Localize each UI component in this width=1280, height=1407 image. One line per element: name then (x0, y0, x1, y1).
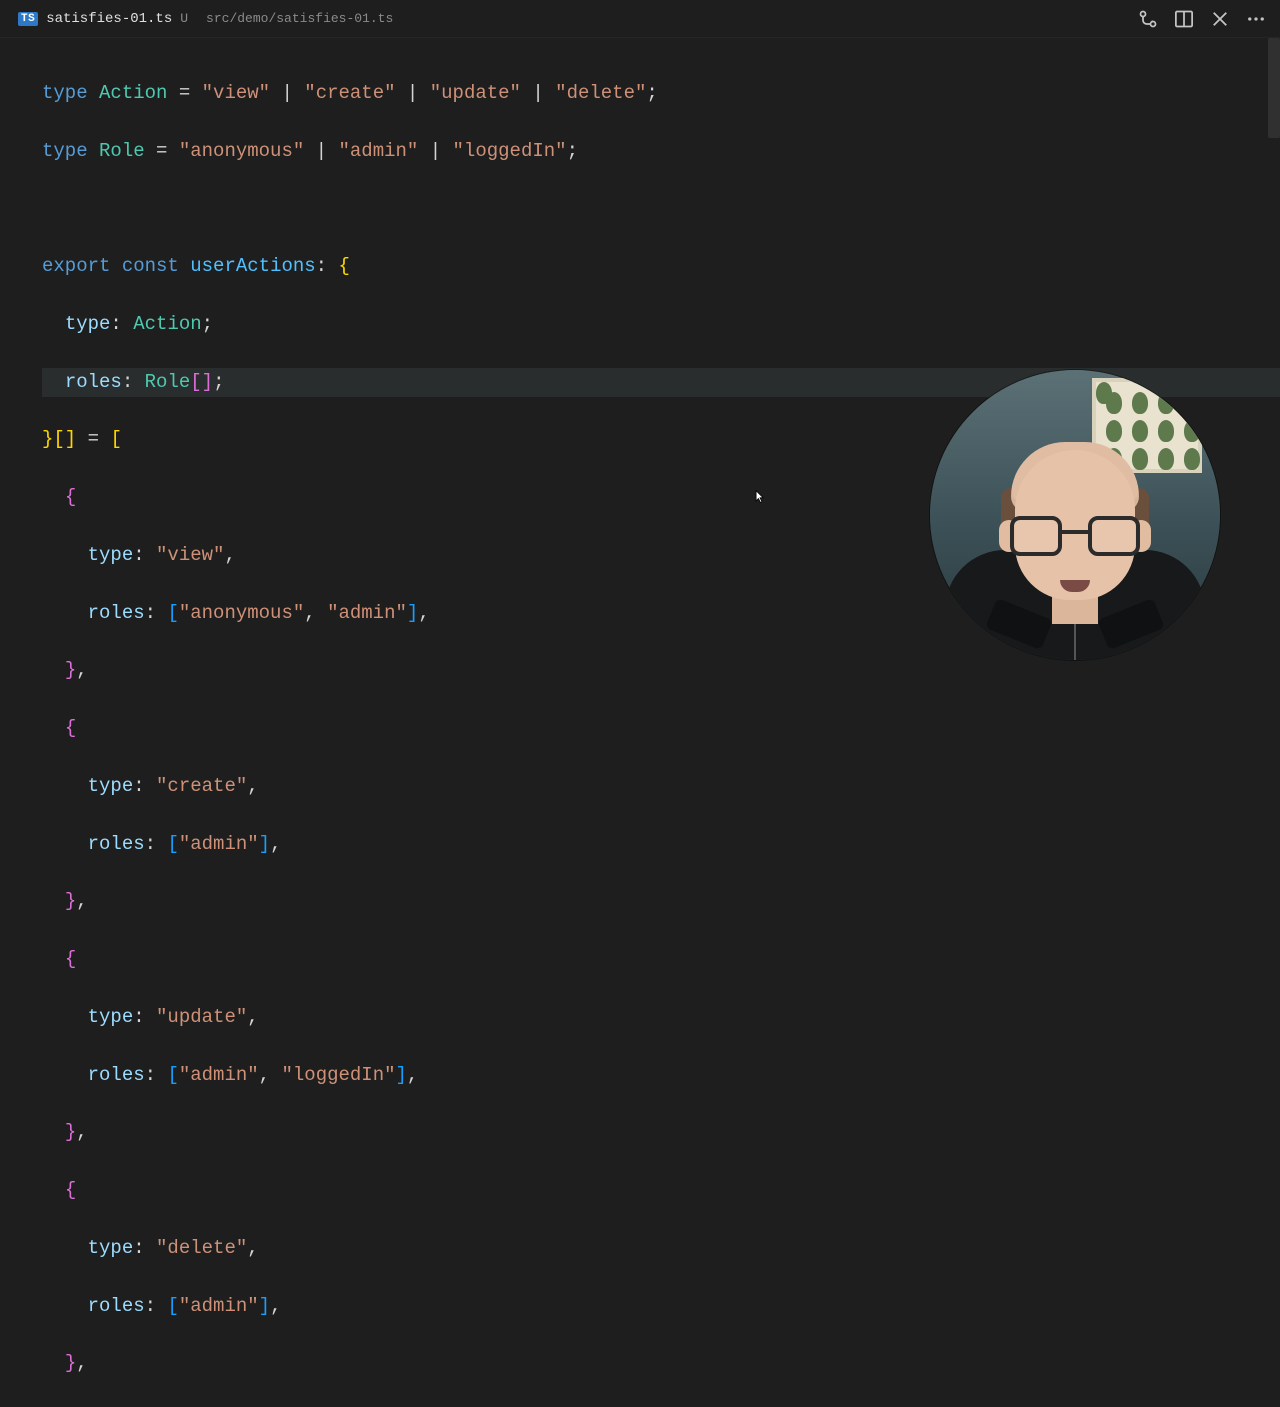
breadcrumb[interactable]: src/demo/satisfies-01.ts (198, 11, 393, 26)
close-icon[interactable] (1210, 9, 1230, 29)
tab-actions (1138, 9, 1272, 29)
editor-tab[interactable]: TS satisfies-01.ts U (8, 0, 198, 37)
webcam-overlay (930, 370, 1220, 660)
typescript-icon: TS (18, 12, 38, 26)
split-editor-icon[interactable] (1174, 9, 1194, 29)
tab-filename: satisfies-01.ts (46, 11, 172, 27)
tab-git-status: U (180, 11, 188, 26)
scrollbar-vertical[interactable] (1268, 38, 1280, 138)
more-actions-icon[interactable] (1246, 9, 1266, 29)
tab-bar: TS satisfies-01.ts U src/demo/satisfies-… (0, 0, 1280, 38)
compare-changes-icon[interactable] (1138, 9, 1158, 29)
